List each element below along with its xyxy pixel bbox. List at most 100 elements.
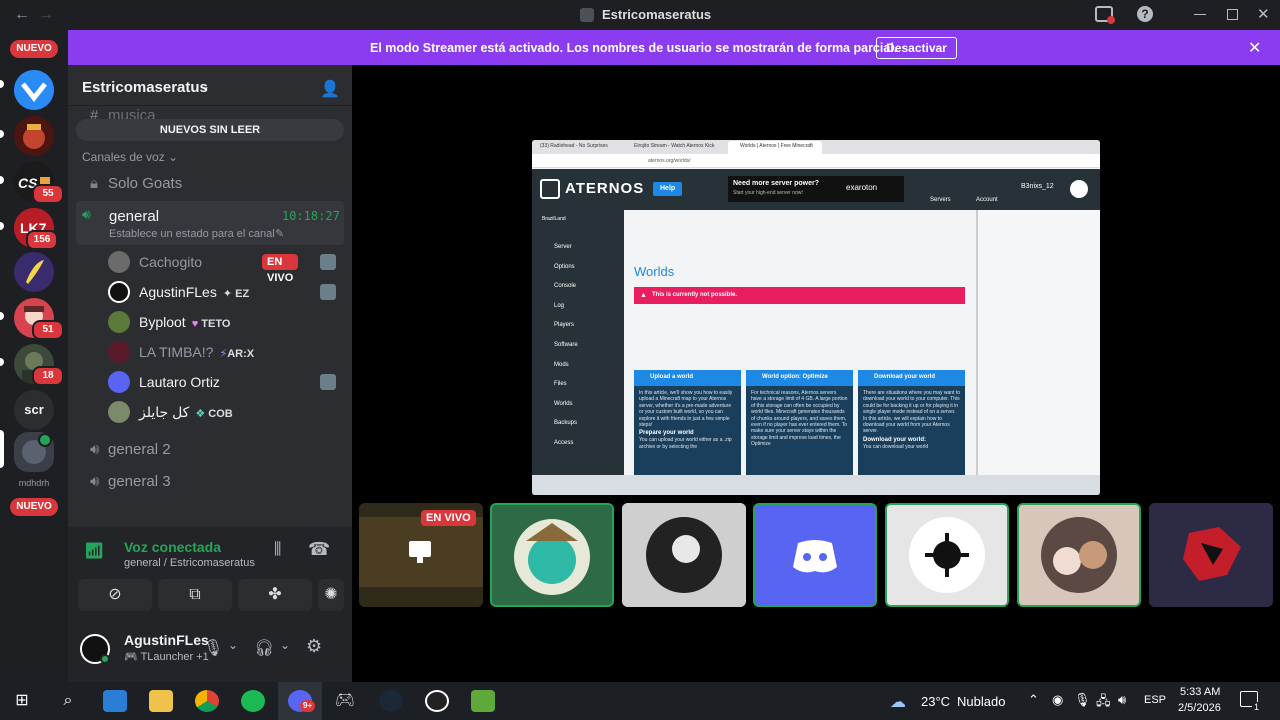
voice-status[interactable]: Voz conectada [124,539,221,555]
obs-icon[interactable] [425,690,449,712]
new-badge-top[interactable]: NUEVO [10,40,58,58]
chevron-down-icon[interactable]: ⌄ [228,638,238,652]
search-icon[interactable]: ⌕ [56,690,80,712]
channel-general-3[interactable]: 🔊︎ general 3 [90,473,171,490]
channel-solo-goats[interactable]: 🔒︎ Solo Goats [90,175,182,192]
guild-estrico[interactable] [14,432,54,472]
aternos-menu-item: Backups [554,420,578,427]
close-window-icon[interactable]: ✕ [1257,5,1270,23]
article-card-text: There are situations where you may want … [863,390,960,435]
clock-time[interactable]: 5:33 AM [1180,686,1220,698]
signal-icon[interactable]: 📶︎ [84,541,104,561]
live-badge: EN VIVO [262,254,299,284]
activities-button[interactable]: ✤ [238,579,312,611]
channel-general[interactable]: 🔊︎ general 10:18:27 Establece un estado … [76,201,344,245]
warning-icon: ▲ [640,292,647,299]
shared-screen[interactable]: (33) Radiohead - No Surprises Elrojito S… [532,140,1100,495]
discord-taskbar-item[interactable]: 9+ [278,682,322,720]
voice-location[interactable]: general / Estricomaseratus [124,557,255,569]
chevron-down-icon[interactable]: ⌄ [200,79,210,93]
stream-preview-icon [320,374,336,390]
voice-category[interactable]: Canales de voz ⌄ [82,150,178,164]
guild-scr[interactable]: scr [14,390,54,430]
avatar [108,371,130,393]
forward-arrow-icon[interactable]: → [38,6,54,24]
file-explorer-icon[interactable] [149,690,173,712]
server-name[interactable]: Estricomaseratus [82,79,208,96]
guild-badge-lk7: 156 [26,230,58,250]
noise-suppression-icon[interactable]: ⫼ [274,541,281,559]
user-panel: AgustinFLes 🎮 TLauncher +1 🎙︎ ⌄ 🎧︎ ⌄ ⚙︎ [68,620,352,682]
article-card-subtext: You can upload your world either as a .z… [639,437,732,450]
maximize-icon[interactable] [1227,9,1238,20]
language-indicator[interactable]: ESP [1144,694,1166,706]
username: AgustinFLes [124,632,209,648]
chrome-icon[interactable] [195,690,219,712]
aternos-menu-item: Options [554,263,575,270]
deactivate-button[interactable]: Desactivar [876,37,957,59]
network-icon[interactable]: 🖧︎ [1096,692,1111,714]
headphones-icon[interactable]: 🎧︎ [254,638,274,658]
aternos-menu-item: Mods [554,361,569,368]
help-icon[interactable]: ? [1137,6,1153,22]
tile-user[interactable] [622,503,746,607]
game-controller-icon[interactable]: 🎮︎ [333,690,357,712]
live-badge: EN VIVO [421,510,476,526]
minimize-icon[interactable] [1194,14,1206,15]
steam-icon[interactable] [379,690,403,712]
clock-date[interactable]: 2/5/2026 [1178,702,1221,714]
tile-user[interactable] [490,503,614,607]
guild-game-server[interactable] [14,116,54,156]
browser-tabs: (33) Radiohead - No Surprises Elrojito S… [532,140,1100,154]
tile-user[interactable] [885,503,1009,607]
tile-user[interactable] [1017,503,1141,607]
channel-general-2[interactable]: 🔊︎ general 2 [90,441,171,458]
guild-valorant[interactable] [14,70,54,110]
share-screen-button[interactable]: ⧉ [158,579,232,611]
chevron-down-icon[interactable]: ⌄ [280,638,290,652]
guild-mdhdrh[interactable]: mdhdrh [14,478,54,492]
soundboard-button[interactable]: ✺ [318,579,344,611]
browser-tab: (33) Radiohead - No Surprises [540,143,608,149]
aternos-menu-item: Worlds [554,400,573,407]
article-card-text: For technical reasons, Aternos servers h… [751,390,848,448]
weather-temp[interactable]: 23°C [921,694,950,709]
store-icon[interactable] [103,690,127,712]
mic-tray-icon[interactable]: 🎙︎ [1074,692,1091,708]
back-arrow-icon[interactable]: ← [14,6,30,24]
voice-connection-panel: 📶︎ Voz conectada general / Estricomasera… [68,527,352,620]
disconnect-icon[interactable]: ☎︎ [308,539,330,560]
volume-icon[interactable]: 🔊︎ [1118,692,1126,708]
tile-user[interactable] [753,503,877,607]
banner-close-icon[interactable]: ✕ [1248,38,1261,58]
chevron-up-icon[interactable]: ⌃ [1028,692,1039,708]
camera-icon[interactable]: ◉ [1052,692,1063,708]
guild-banana[interactable] [14,252,54,292]
pencil-icon[interactable]: ✎ [275,227,284,240]
aternos-menu-item: Console [554,283,577,290]
stream-preview-icon [320,284,336,300]
settings-gear-icon[interactable]: ⚙︎ [306,636,322,657]
avatar [108,251,130,273]
browser-tab: Worlds | Aternos | Free Minecraft [740,143,813,149]
article-card: Download your world There are situations … [858,370,965,475]
inbox-icon[interactable] [1095,6,1115,24]
unread-button[interactable]: NUEVOS SIN LEER [76,119,344,141]
article-card-subtitle: Download your world: [863,436,926,443]
windows-start-icon[interactable]: ⊞ [10,690,34,712]
weather-text[interactable]: Nublado [957,694,1005,709]
channel-status[interactable]: Establece un estado para el canal [109,228,275,240]
spotify-icon[interactable] [241,690,265,712]
tile-stream-preview[interactable]: EN VIVO [359,503,483,607]
microphone-icon[interactable]: 🎙︎ [203,638,223,658]
minecraft-icon[interactable] [471,690,495,712]
add-member-icon[interactable]: 👤 [320,79,340,99]
article-card-title: Upload a world [634,370,741,386]
ad-brand: exaroton [846,183,878,192]
camera-off-button[interactable]: ⊘ [78,579,152,611]
cloud-icon[interactable]: ☁ [890,692,906,712]
tile-user[interactable] [1149,503,1273,607]
browser-tab: Elrojito Stream - Watch Aternos Kick [634,143,715,149]
stream-stage: (33) Radiohead - No Surprises Elrojito S… [352,65,1280,682]
new-badge-bottom[interactable]: NUEVO [10,498,58,516]
